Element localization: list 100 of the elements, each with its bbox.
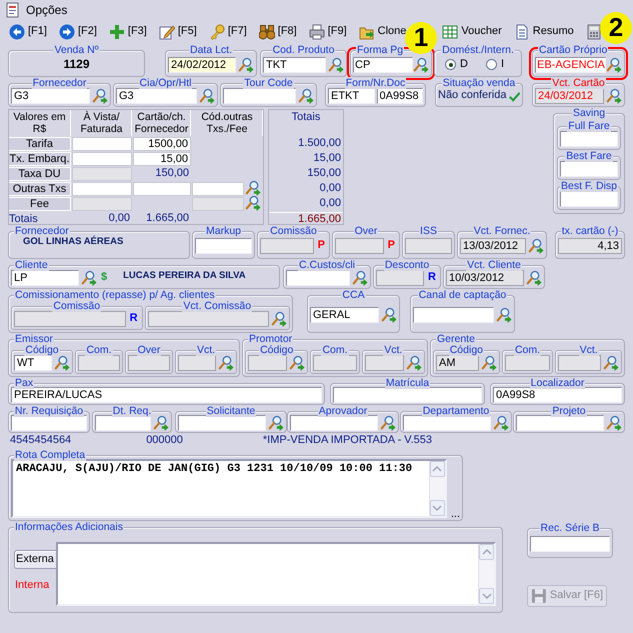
search-icon[interactable] — [153, 415, 169, 431]
readonly-field[interactable] — [335, 238, 384, 254]
toolbar-button[interactable]: [F1] — [9, 24, 47, 40]
search-icon[interactable] — [606, 56, 622, 72]
search-icon[interactable] — [328, 56, 344, 72]
search-icon[interactable] — [603, 355, 620, 371]
search-icon[interactable] — [245, 180, 261, 196]
search-icon[interactable] — [496, 307, 512, 323]
input-field[interactable]: EB-AGENCIA — [535, 56, 606, 72]
input-field[interactable] — [290, 415, 378, 431]
input-field[interactable] — [560, 191, 618, 207]
input-field[interactable]: LP — [11, 270, 79, 286]
input-field[interactable] — [72, 152, 132, 166]
scroll-up-button[interactable] — [430, 461, 445, 477]
search-icon[interactable] — [218, 355, 234, 371]
toolbar-button[interactable]: [F8] — [258, 24, 297, 40]
search-icon[interactable] — [526, 270, 542, 286]
input-field[interactable] — [413, 307, 494, 323]
search-icon[interactable] — [245, 195, 261, 211]
readonly-field[interactable] — [558, 355, 602, 371]
search-icon[interactable] — [406, 355, 422, 371]
search-icon[interactable] — [271, 311, 287, 327]
input-field[interactable] — [195, 238, 252, 254]
readonly-field[interactable] — [178, 355, 216, 371]
search-icon[interactable] — [352, 270, 368, 286]
readonly-field[interactable] — [78, 355, 120, 371]
input-field[interactable]: 24/02/2012 — [168, 56, 236, 72]
radio-button[interactable]: D — [445, 58, 468, 72]
input-field[interactable] — [530, 536, 610, 552]
search-icon[interactable] — [413, 56, 429, 72]
input-field[interactable]: G3 — [116, 88, 197, 104]
scrollbar[interactable] — [428, 461, 445, 516]
scroll-down-button[interactable] — [430, 500, 445, 516]
search-icon[interactable] — [199, 88, 215, 104]
readonly-field[interactable] — [72, 167, 132, 181]
toolbar-button[interactable]: [F5] — [158, 24, 197, 40]
toolbar-button[interactable]: [F3] — [108, 24, 147, 40]
text-area[interactable] — [56, 542, 496, 606]
scrollbar[interactable] — [478, 544, 494, 604]
search-icon[interactable] — [92, 88, 108, 104]
readonly-field[interactable] — [192, 197, 244, 211]
readonly-field[interactable]: 4,13 — [558, 238, 622, 254]
input-field[interactable] — [95, 415, 151, 431]
text-area[interactable]: ARACAJU, S(AJU)/RIO DE JAN(GIG) G3 1231 10/10/09 10:00 11:30 — [11, 459, 447, 518]
radio-button[interactable]: I — [486, 58, 504, 72]
tab[interactable]: Externa — [14, 550, 56, 570]
scroll-up-button[interactable] — [479, 544, 494, 560]
search-icon[interactable] — [606, 415, 622, 431]
input-field[interactable]: TKT — [263, 56, 326, 72]
input-field[interactable] — [333, 387, 482, 403]
search-icon[interactable] — [298, 88, 314, 104]
toolbar-button[interactable]: Voucher — [442, 24, 502, 40]
input-field[interactable]: WT — [14, 355, 52, 371]
search-icon[interactable] — [381, 307, 397, 323]
toolbar-button[interactable]: Clone — [358, 24, 406, 40]
input-field[interactable] — [72, 137, 132, 151]
readonly-field[interactable] — [260, 238, 314, 254]
input-field[interactable] — [192, 182, 244, 196]
search-icon[interactable] — [54, 355, 70, 371]
search-icon[interactable] — [268, 415, 284, 431]
toolbar-button[interactable]: [F2] — [58, 24, 97, 40]
more-button[interactable]: ... — [450, 510, 460, 518]
search-icon[interactable] — [606, 88, 622, 104]
scroll-down-button[interactable] — [479, 588, 494, 604]
readonly-field[interactable] — [376, 270, 424, 286]
search-icon[interactable] — [493, 415, 509, 431]
search-icon[interactable] — [289, 355, 306, 371]
readonly-field[interactable]: 10/03/2012 — [446, 270, 524, 286]
input-field[interactable] — [286, 270, 350, 286]
toolbar-button[interactable]: Resumo — [514, 24, 574, 40]
input-field[interactable] — [223, 88, 296, 104]
readonly-field[interactable]: AM — [436, 355, 479, 371]
search-icon[interactable] — [238, 56, 254, 72]
input-field[interactable]: 1500,00 — [133, 137, 191, 151]
input-field[interactable]: 15,00 — [133, 152, 191, 166]
readonly-field[interactable] — [248, 355, 288, 371]
input-field[interactable]: GERAL — [310, 307, 379, 323]
readonly-field[interactable] — [405, 238, 452, 254]
readonly-field[interactable] — [504, 355, 550, 371]
input-field[interactable] — [178, 415, 266, 431]
readonly-field[interactable] — [313, 355, 357, 371]
search-icon[interactable] — [480, 355, 497, 371]
toolbar-button[interactable]: [F7] — [208, 24, 247, 40]
calculator-icon[interactable] — [586, 24, 602, 40]
input-field[interactable]: PEREIRA/LUCAS — [11, 387, 322, 403]
readonly-field[interactable] — [364, 355, 404, 371]
search-icon[interactable] — [380, 415, 396, 431]
input-field[interactable]: ETKT — [328, 88, 374, 104]
input-field[interactable]: 0A99S8 — [376, 88, 423, 104]
readonly-field[interactable] — [14, 311, 126, 327]
readonly-field[interactable] — [72, 197, 132, 211]
readonly-field[interactable]: 13/03/2012 — [460, 238, 526, 254]
input-field[interactable] — [516, 415, 604, 431]
search-icon[interactable] — [528, 238, 544, 254]
readonly-field[interactable] — [148, 311, 269, 327]
input-field[interactable] — [133, 182, 191, 196]
input-field[interactable] — [560, 131, 618, 147]
search-icon[interactable] — [81, 270, 97, 286]
toolbar-button[interactable]: [F9] — [308, 24, 347, 40]
input-field[interactable]: 0A99S8 — [493, 387, 622, 403]
